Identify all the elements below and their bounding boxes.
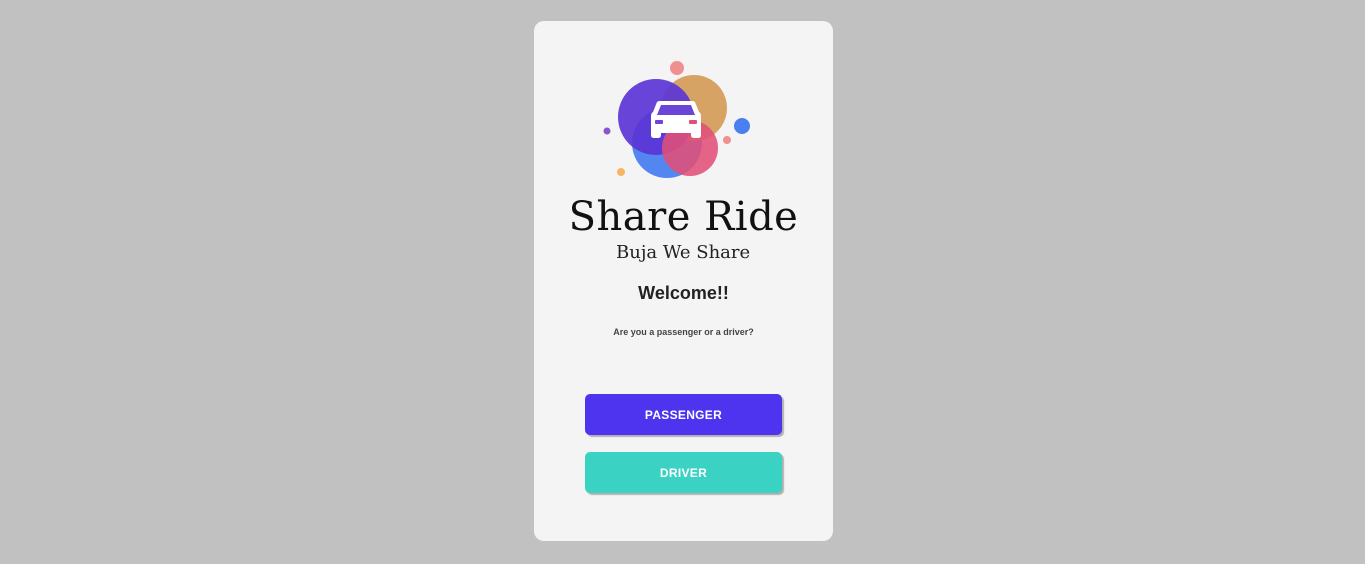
- welcome-card: Share Ride Buja We Share Welcome!! Are y…: [534, 21, 833, 541]
- app-title: Share Ride: [568, 194, 799, 240]
- driver-button[interactable]: DRIVER: [585, 452, 782, 493]
- passenger-button[interactable]: PASSENGER: [585, 394, 782, 435]
- welcome-heading: Welcome!!: [638, 283, 729, 303]
- logo-dot-purple-left: [603, 127, 611, 135]
- car-logo-icon: [603, 61, 750, 178]
- logo-dot-blue-right: [734, 118, 750, 134]
- logo-dot-salmon-top: [670, 61, 684, 75]
- app-tagline: Buja We Share: [616, 242, 751, 263]
- logo-dot-yellow-left: [617, 168, 625, 176]
- role-question: Are you a passenger or a driver?: [613, 327, 754, 337]
- logo-dot-pink-right: [723, 136, 731, 144]
- car-icon: [651, 101, 701, 138]
